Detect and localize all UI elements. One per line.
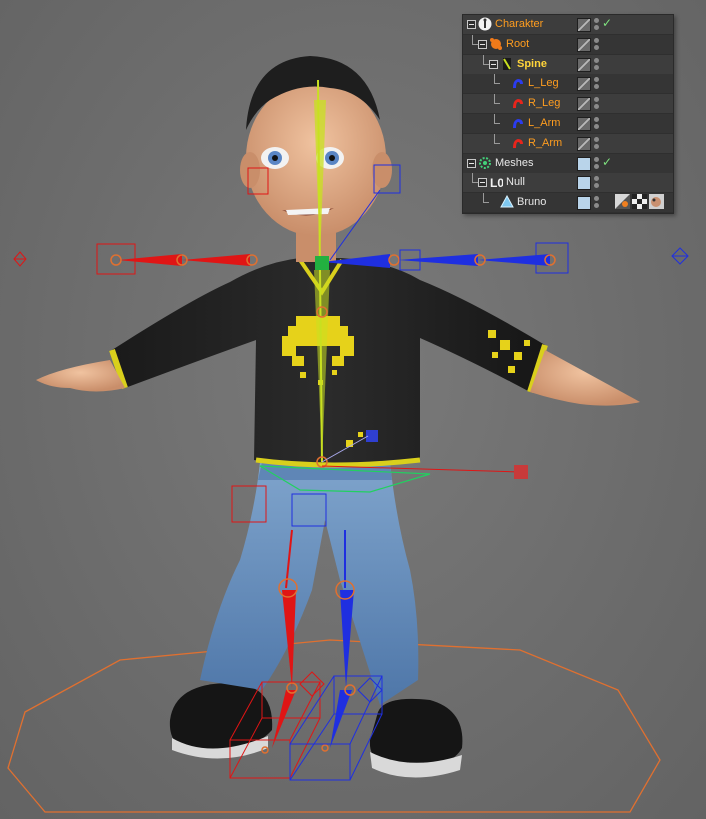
object-label[interactable]: Spine [517,57,547,71]
object-label[interactable]: Meshes [495,156,534,170]
left-forearm-bone [398,254,478,266]
right-arm-bone [118,254,182,266]
layer-color-swatch[interactable] [577,156,591,171]
object-label[interactable]: Root [506,37,529,51]
object-label[interactable]: L_Arm [528,116,560,130]
enabled-check-icon[interactable]: ✓ [602,16,612,30]
tree-line [494,142,500,144]
layer-color-swatch[interactable] [577,196,591,211]
meshes-null-icon [478,156,492,170]
layer-color-swatch[interactable] [577,176,591,191]
visibility-dots[interactable] [594,195,600,210]
visibility-dots[interactable] [594,17,600,32]
visibility-dots[interactable] [594,116,600,131]
visibility-dots[interactable] [594,96,600,111]
enabled-check-icon[interactable]: ✓ [602,155,612,169]
collapse-toggle-icon[interactable] [467,158,476,168]
left-pole-target [13,251,27,267]
layer-color-swatch[interactable] [577,136,591,151]
tree-line [494,83,500,85]
layer-color-swatch[interactable] [577,57,591,72]
skin-tag-icon[interactable] [649,194,664,210]
visibility-dots[interactable] [594,37,600,52]
blue-limb-icon [511,116,525,130]
phong-tag-icon[interactable] [615,194,630,210]
layer-color-swatch[interactable] [577,97,591,112]
shoes [169,683,463,778]
object-row-r_leg[interactable]: R_Leg [463,94,673,115]
object-row-l_arm[interactable]: L_Arm [463,114,673,134]
object-label[interactable]: Bruno [517,195,546,209]
layer-color-swatch[interactable] [577,18,591,32]
spine-joint-icon [500,57,514,71]
blue-limb-icon [511,76,525,90]
collapse-toggle-icon[interactable] [478,39,487,49]
visibility-dots[interactable] [594,175,600,190]
visibility-dots[interactable] [594,136,600,151]
object-row-l_leg[interactable]: L_Leg [463,74,673,95]
object-label[interactable]: R_Leg [528,96,560,110]
object-label[interactable]: R_Arm [528,136,562,150]
head [240,56,392,262]
layer-color-swatch[interactable] [577,77,591,92]
object-row-spine[interactable]: Spine [463,54,673,75]
collapse-toggle-icon[interactable] [489,59,498,69]
object-label[interactable]: Charakter [495,17,543,31]
jeans [200,462,419,705]
visibility-dots[interactable] [594,57,600,72]
layer-color-swatch[interactable] [577,117,591,131]
tree-line [494,123,500,124]
visibility-dots[interactable] [594,76,600,91]
object-row-r_arm[interactable]: R_Arm [463,133,673,154]
object-label[interactable]: L_Leg [528,76,559,90]
joint-root-icon [489,37,503,51]
red-limb-icon [511,136,525,150]
polygon-object-icon [500,195,514,209]
object-label[interactable]: Null [506,175,525,189]
object-row-charakter[interactable]: Charakter ✓ [463,15,673,35]
left-hand-bone [478,254,550,266]
object-row-meshes[interactable]: Meshes ✓ [463,153,673,174]
collapse-toggle-icon[interactable] [467,20,476,29]
red-limb-icon [511,96,525,110]
object-manager-panel[interactable]: Charakter ✓ Root Spine L_Leg R_Leg L_Arm R_Arm M… [462,14,674,214]
tag-list [615,194,666,211]
visibility-dots[interactable] [594,156,600,171]
character-icon [478,17,492,31]
material-tag-icon[interactable] [632,194,647,210]
null-object-icon: L0 [489,175,504,190]
tree-line [483,202,489,204]
object-row-bruno[interactable]: Bruno [463,193,673,214]
tree-line [494,103,500,105]
object-row-root[interactable]: Root [463,34,673,55]
layer-color-swatch[interactable] [577,37,591,52]
object-row-null[interactable]: L0 Null [463,173,673,194]
collapse-toggle-icon[interactable] [478,178,487,188]
right-pole-target [671,247,689,265]
right-forearm-bone [182,254,250,266]
svg-text:L0: L0 [490,176,503,189]
